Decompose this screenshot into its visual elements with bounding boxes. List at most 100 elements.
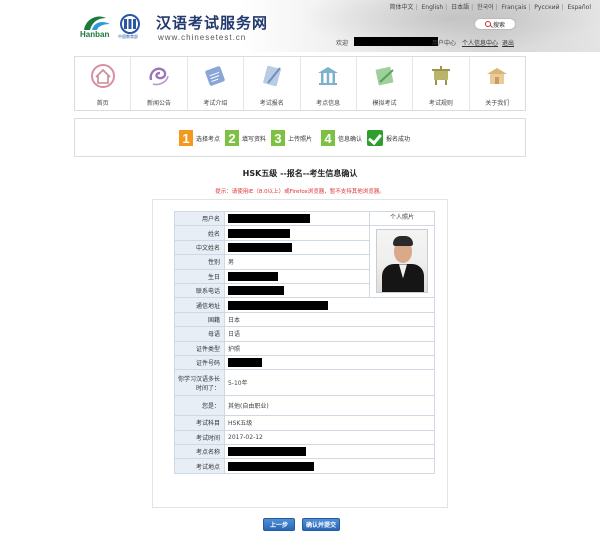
photo-cell xyxy=(369,225,435,299)
nav-item-registration[interactable]: 考试报名 xyxy=(244,57,301,110)
rules-icon xyxy=(431,66,450,85)
field-label-exam-date: 考试时间 xyxy=(174,429,225,446)
lang-es[interactable]: Español xyxy=(566,4,592,11)
redaction-bar xyxy=(228,358,262,368)
table-row: 姓名 xyxy=(174,225,435,299)
field-label-name: 姓名 xyxy=(174,225,225,241)
field-value-exam-subject: HSK五级 xyxy=(224,415,435,431)
nav-item-home[interactable]: 首页 xyxy=(75,57,132,110)
nav-label: 考试介绍 xyxy=(203,100,228,107)
redacted-username xyxy=(354,37,438,46)
field-value-address xyxy=(224,297,435,313)
site-title: 汉语考试服务网 xyxy=(156,14,269,32)
field-label-exam-location: 考试地点 xyxy=(174,458,225,474)
nav-item-intro[interactable]: 考试介绍 xyxy=(188,57,245,110)
nav-label: 考点信息 xyxy=(316,100,341,107)
welcome-text: 欢迎 xyxy=(336,40,349,47)
lang-ja[interactable]: 日本語 xyxy=(450,4,470,11)
field-value-study-duration: 5-10年 xyxy=(224,369,435,397)
field-label-id-type: 证件类型 xyxy=(174,340,225,356)
confirm-submit-button[interactable]: 确认并提交 xyxy=(302,518,340,531)
nav-item-about[interactable]: 关于我们 xyxy=(470,57,525,110)
field-label-username: 用户名 xyxy=(174,210,225,227)
field-label-gender: 性别 xyxy=(174,254,225,270)
user-center-label: 用户中心 xyxy=(432,40,457,47)
redaction-bar xyxy=(228,271,278,281)
nav-item-news[interactable]: 新闻公告 xyxy=(131,57,188,110)
nav-item-rules[interactable]: 考试规则 xyxy=(413,57,470,110)
step-label: 填写资料 xyxy=(242,135,267,143)
step-upload-photo: 3 上传照片 xyxy=(271,130,312,146)
browser-notice: 提示：请使用IE（8.0以上）或Firefox浏览器，暂不支持其他浏览器。 xyxy=(215,189,385,195)
step-confirm-info: 4 信息确认 xyxy=(321,130,362,146)
field-value-id-type: 护照 xyxy=(224,340,435,356)
hanban-logo[interactable]: Hanban xyxy=(80,12,114,40)
lang-ko[interactable]: 한국어 xyxy=(476,4,495,11)
news-icon xyxy=(149,67,169,86)
check-icon xyxy=(367,130,383,146)
nav-label: 首页 xyxy=(96,100,109,107)
about-icon xyxy=(487,68,508,84)
field-value-name xyxy=(224,225,370,241)
nav-label: 考试规则 xyxy=(428,100,453,107)
redaction-bar xyxy=(228,286,284,296)
step-select-center: 1 选择考点 xyxy=(179,130,220,146)
redaction-bar xyxy=(228,214,310,224)
lang-en[interactable]: English xyxy=(421,4,445,11)
site-url: www.chinesetest.cn xyxy=(158,33,247,42)
nav-label: 关于我们 xyxy=(485,100,510,107)
candidate-photo xyxy=(376,229,428,294)
table-row: 考试地点 xyxy=(174,458,435,474)
redaction-bar xyxy=(228,242,292,252)
search-icon xyxy=(484,21,491,27)
ministry-emblem-icon xyxy=(120,14,140,34)
step-number: 3 xyxy=(271,130,285,146)
personal-info-link[interactable]: 个人信息中心 xyxy=(462,38,498,47)
search-label: 搜索 xyxy=(492,21,505,29)
field-value-chinese-name xyxy=(224,239,370,256)
lang-zh[interactable]: 简体中文 xyxy=(389,4,415,11)
field-label-occupation: 您是： xyxy=(174,395,225,417)
nav-item-mock-test[interactable]: 模拟考试 xyxy=(357,57,414,110)
search-button[interactable]: 搜索 xyxy=(474,18,516,30)
field-value-center-name xyxy=(224,444,435,460)
main-nav: 首页 新闻公告 考试介绍 考试报名 考点信息 模拟考试 考试规则 关于我们 xyxy=(74,56,526,111)
step-label: 信息确认 xyxy=(338,135,363,143)
table-row: 用户名 个人照片 xyxy=(174,210,435,227)
user-bar: 欢迎 用户中心 个人信息中心 退出 xyxy=(336,37,594,47)
field-value-exam-location xyxy=(224,458,435,474)
photo-header: 个人照片 xyxy=(369,210,435,227)
field-value-birthday xyxy=(224,268,370,284)
step-number: 2 xyxy=(225,130,239,146)
test-center-icon xyxy=(318,67,339,85)
step-label: 上传照片 xyxy=(288,135,313,143)
field-label-center-name: 考点名称 xyxy=(174,444,225,460)
ministry-logo[interactable]: 中国教育部 xyxy=(116,14,146,42)
previous-step-button[interactable]: 上一步 xyxy=(263,518,295,531)
field-label-chinese-name: 中文姓名 xyxy=(174,239,225,256)
language-switcher: 简体中文 | English | 日本語 | 한국어 | Français | Русск… xyxy=(389,4,592,11)
field-label-address: 通信地址 xyxy=(174,297,225,313)
field-label-birthday: 生日 xyxy=(174,268,225,284)
field-value-occupation: 其他(自由职业) xyxy=(224,395,435,417)
field-label-study-duration: 你学习汉语多长时间了： xyxy=(174,369,225,397)
table-row: 证件类型 护照 xyxy=(174,340,435,356)
candidate-info-table: 用户名 个人照片 姓名 中文姓名 性别 男 生日 联系电话 通信地址 国籍 日本… xyxy=(174,210,435,474)
logout-link[interactable]: 退出 xyxy=(502,38,514,47)
step-number: 4 xyxy=(321,130,335,146)
redaction-bar xyxy=(228,461,314,471)
nav-item-test-centers[interactable]: 考点信息 xyxy=(301,57,357,110)
step-success: 报名成功 xyxy=(367,130,410,146)
lang-fr[interactable]: Français xyxy=(501,4,528,11)
table-row: 通信地址 xyxy=(174,297,435,313)
table-row: 国籍 日本 xyxy=(174,311,435,328)
table-row: 证件号码 xyxy=(174,354,435,371)
lang-ru[interactable]: Русский xyxy=(533,4,560,11)
site-header: Hanban 中国教育部 汉语考试服务网 www.chinesetest.cn … xyxy=(0,0,600,52)
field-value-native-language: 日语 xyxy=(224,326,435,342)
redaction-bar xyxy=(228,300,328,310)
page-title: HSK五级 --报名--考生信息确认 xyxy=(242,169,358,178)
field-label-phone: 联系电话 xyxy=(174,282,225,299)
redaction-bar xyxy=(228,447,306,457)
home-icon xyxy=(90,64,115,88)
